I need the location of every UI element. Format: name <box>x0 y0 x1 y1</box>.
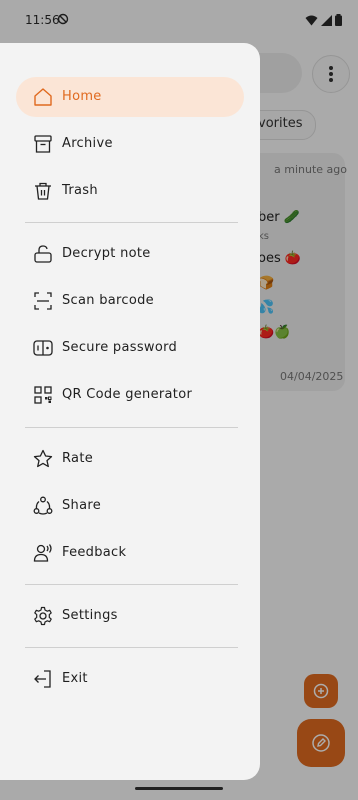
drawer-item-label: Archive <box>62 136 113 151</box>
feedback-icon <box>32 542 54 564</box>
drawer-item-decrypt-note[interactable]: Decrypt note <box>16 234 244 274</box>
password-icon <box>32 337 54 359</box>
drawer-divider <box>25 222 238 223</box>
drawer-item-label: Feedback <box>62 545 127 560</box>
drawer-item-label: Rate <box>62 451 94 466</box>
archive-icon <box>32 133 54 155</box>
drawer-item-qr-code-generator[interactable]: QR Code generator <box>16 375 244 415</box>
star-icon <box>32 448 54 470</box>
drawer-item-label: Settings <box>62 608 118 623</box>
drawer-item-archive[interactable]: Archive <box>16 124 244 164</box>
signal-icon <box>321 14 332 26</box>
drawer-item-label: Exit <box>62 671 88 686</box>
drawer-item-feedback[interactable]: Feedback <box>16 533 244 573</box>
do-not-disturb-icon <box>57 13 69 25</box>
drawer-item-label: QR Code generator <box>62 387 193 402</box>
drawer-item-exit[interactable]: Exit <box>16 659 244 699</box>
drawer-item-label: Share <box>62 498 102 513</box>
battery-icon <box>335 14 342 26</box>
drawer-item-label: Scan barcode <box>62 293 154 308</box>
drawer-item-settings[interactable]: Settings <box>16 596 244 636</box>
drawer-item-secure-password[interactable]: Secure password <box>16 328 244 368</box>
navigation-drawer: Home Archive Trash Decrypt note Scan bar… <box>0 43 260 780</box>
home-icon <box>32 86 54 108</box>
gesture-navigation-handle[interactable] <box>135 787 223 790</box>
share-icon <box>32 495 54 517</box>
drawer-item-scan-barcode[interactable]: Scan barcode <box>16 281 244 321</box>
drawer-item-rate[interactable]: Rate <box>16 439 244 479</box>
status-time: 11:56 <box>25 13 60 27</box>
drawer-divider <box>25 427 238 428</box>
drawer-item-label: Secure password <box>62 340 178 355</box>
scan-icon <box>32 290 54 312</box>
drawer-divider <box>25 647 238 648</box>
drawer-item-label: Decrypt note <box>62 246 151 261</box>
exit-icon <box>32 668 54 690</box>
drawer-item-trash[interactable]: Trash <box>16 171 244 211</box>
wifi-icon <box>305 15 318 26</box>
drawer-item-share[interactable]: Share <box>16 486 244 526</box>
status-icons <box>305 14 342 26</box>
qr-code-icon <box>32 384 54 406</box>
trash-icon <box>32 180 54 202</box>
drawer-item-label: Trash <box>62 183 98 198</box>
gear-icon <box>32 605 54 627</box>
drawer-divider <box>25 584 238 585</box>
status-bar: 11:56 <box>0 0 358 40</box>
drawer-item-home[interactable]: Home <box>16 77 244 117</box>
drawer-item-label: Home <box>62 89 102 104</box>
unlock-icon <box>32 243 54 265</box>
